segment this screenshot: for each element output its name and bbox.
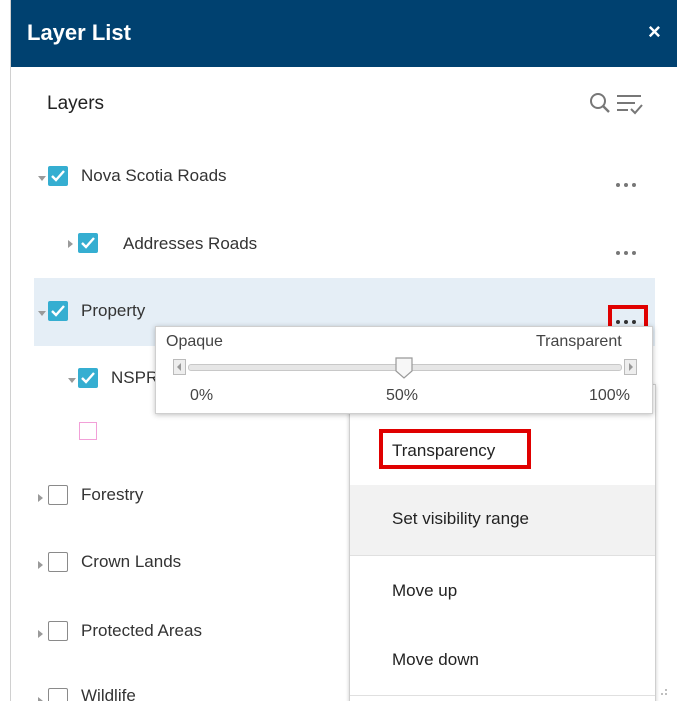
slider-tick-label: 100%	[589, 387, 630, 404]
layer-checkbox[interactable]	[48, 688, 68, 701]
menu-item-move-up[interactable]: Move up	[350, 557, 655, 627]
expand-arrow-icon[interactable]	[38, 561, 43, 569]
layer-name: Addresses Roads	[123, 234, 258, 253]
more-options-icon[interactable]	[614, 179, 642, 191]
layers-heading: Layers	[47, 93, 105, 114]
expand-arrow-icon[interactable]	[38, 630, 43, 638]
layer-name: Protected Areas	[81, 621, 202, 640]
menu-item-set-visibility-range[interactable]: Set visibility range	[350, 485, 655, 555]
check-icon	[51, 305, 65, 317]
layer-checkbox[interactable]	[48, 621, 68, 641]
menu-divider	[350, 695, 655, 696]
check-icon	[51, 170, 65, 182]
layer-name: Property	[81, 301, 146, 320]
search-icon[interactable]	[589, 92, 611, 114]
layer-name: Nova Scotia Roads	[81, 166, 227, 185]
layer-name: Crown Lands	[81, 552, 182, 571]
check-icon	[81, 372, 95, 384]
slider-tick-label: 0%	[190, 387, 214, 404]
transparent-label: Transparent	[536, 333, 622, 350]
menu-item-move-down[interactable]: Move down	[350, 626, 655, 696]
slider-thumb[interactable]	[395, 357, 413, 379]
layer-options-menu: Transparency Set visibility range Move u…	[349, 384, 656, 701]
panel-header: Layer List ×	[11, 0, 677, 67]
layer-checkbox[interactable]	[48, 301, 68, 321]
resize-grip-icon[interactable]	[659, 688, 669, 698]
slider-increment-icon[interactable]	[624, 359, 637, 375]
layer-list-panel: Layer List × Layers Nova Scotia Roads Ad…	[10, 0, 677, 701]
annotation-highlight-box	[379, 429, 531, 469]
close-button[interactable]: ×	[648, 21, 661, 43]
more-options-icon[interactable]	[614, 247, 642, 259]
expand-arrow-icon[interactable]	[38, 494, 43, 502]
layer-checkbox[interactable]	[48, 552, 68, 572]
layer-name: Forestry	[81, 485, 144, 504]
layer-checkbox[interactable]	[78, 368, 98, 388]
expand-arrow-icon[interactable]	[38, 311, 46, 316]
layer-name: Wildlife	[81, 686, 136, 701]
opaque-label: Opaque	[166, 333, 223, 350]
slider-tick-label: 50%	[386, 387, 419, 404]
filter-sort-icon[interactable]	[615, 90, 645, 118]
menu-item-label: Set visibility range	[392, 509, 530, 528]
transparency-popup: Opaque Transparent 0% 50% 100%	[155, 326, 653, 414]
check-icon	[81, 237, 95, 249]
expand-arrow-icon[interactable]	[68, 378, 76, 383]
expand-arrow-icon[interactable]	[38, 176, 46, 181]
expand-arrow-icon[interactable]	[38, 697, 43, 701]
legend-swatch	[79, 422, 97, 440]
menu-divider	[350, 555, 655, 556]
layer-checkbox[interactable]	[48, 166, 68, 186]
expand-arrow-icon[interactable]	[68, 240, 73, 248]
slider-decrement-icon[interactable]	[173, 359, 186, 375]
layer-checkbox[interactable]	[48, 485, 68, 505]
menu-item-label: Move up	[392, 581, 458, 600]
menu-item-label: Move down	[392, 650, 479, 669]
layer-checkbox[interactable]	[78, 233, 98, 253]
panel-title: Layer List	[27, 20, 131, 45]
